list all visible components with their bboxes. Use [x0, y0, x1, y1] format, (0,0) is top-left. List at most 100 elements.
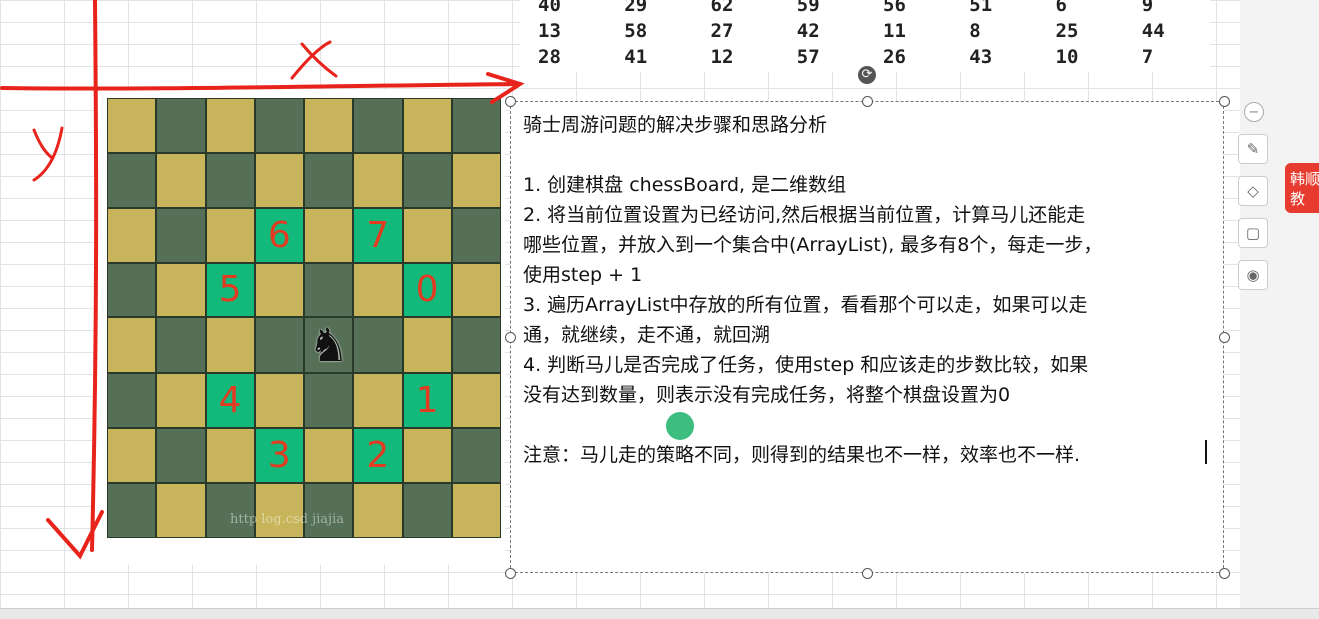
board-square — [156, 152, 206, 208]
number-cell: 51 — [969, 0, 993, 16]
number-table: 40 29 62 59 56 51 6 9 13 58 27 42 11 8 25 44 28 41 12 57 26 4… — [520, 0, 1210, 72]
frame-icon[interactable]: ▢ — [1238, 218, 1268, 248]
board-square — [304, 98, 354, 153]
board-square — [205, 207, 255, 263]
number-cell: 58 — [624, 20, 648, 42]
board-square — [254, 317, 304, 374]
board-square — [304, 428, 354, 484]
text-box-line: 哪些位置，并放入到一个集合中(ArrayList), 最多有8个，每走一步， — [523, 234, 1103, 256]
board-square — [353, 152, 403, 208]
board-square — [353, 373, 403, 429]
board-square — [205, 317, 255, 374]
board-square — [402, 317, 452, 374]
move-label-cell: 1 — [402, 373, 452, 429]
board-square — [205, 483, 255, 538]
board-square — [353, 483, 403, 538]
number-cell: 43 — [969, 46, 993, 68]
number-cell: 44 — [1141, 20, 1165, 42]
number-cell: 13 — [538, 20, 561, 42]
text-box-line: 没有达到数量，则表示没有完成任务，将整个棋盘设置为0 — [523, 384, 1011, 406]
resize-handle-bl[interactable] — [505, 568, 516, 579]
board-square — [156, 207, 206, 263]
number-row: 13 58 27 42 11 8 25 44 — [520, 18, 1210, 44]
board-square — [451, 207, 501, 263]
board-square — [156, 373, 206, 429]
board-square — [107, 317, 157, 374]
number-cell: 29 — [624, 0, 648, 16]
board-square — [451, 98, 501, 153]
text-box-line: 4. 判断马儿是否完成了任务，使用step 和应该走的步数比较，如果 — [523, 354, 1089, 376]
board-square — [353, 98, 403, 153]
board-square — [353, 262, 403, 318]
chessboard: 6 7 5 0 ♞ 4 1 3 2 — [107, 98, 501, 538]
board-square — [254, 373, 304, 429]
number-cell: 8 — [969, 20, 981, 42]
number-cell: 10 — [1055, 46, 1079, 68]
number-cell: 59 — [796, 0, 820, 16]
board-square — [156, 317, 206, 374]
text-box-line: 3. 遍历ArrayList中存放的所有位置，看看那个可以走，如果可以走 — [523, 294, 1088, 316]
board-square — [353, 317, 403, 374]
board-square — [304, 483, 354, 538]
board-square — [205, 152, 255, 208]
board-square — [107, 262, 157, 318]
side-toolbar: − ✎ ◇ ▢ ◉ — [1238, 100, 1268, 302]
board-square — [107, 483, 157, 538]
board-square — [402, 152, 452, 208]
collapse-icon[interactable]: − — [1244, 102, 1264, 122]
text-box-line — [523, 410, 1213, 440]
watermark: http log.csd jiajia — [230, 512, 344, 527]
number-cell: 62 — [710, 0, 734, 16]
text-box-line: 注意：马儿走的策略不同，则得到的结果也不一样，效率也不一样. — [523, 444, 1081, 466]
board-square — [451, 483, 501, 538]
knight-icon: ♞ — [304, 317, 354, 374]
board-square — [451, 373, 501, 429]
resize-handle-tr[interactable] — [1219, 96, 1230, 107]
number-cell: 27 — [710, 20, 734, 42]
board-square — [156, 98, 206, 153]
side-badge[interactable]: 韩顺 教 — [1285, 163, 1319, 213]
board-square — [402, 483, 452, 538]
right-panel — [1240, 0, 1319, 610]
number-cell: 56 — [883, 0, 906, 16]
fill-icon[interactable]: ◇ — [1238, 176, 1268, 206]
board-square — [451, 152, 501, 208]
text-box-line: 2. 将当前位置设置为已经访问,然后根据当前位置，计算马儿还能走 — [523, 204, 1086, 226]
board-square — [402, 98, 452, 153]
number-cell: 7 — [1141, 46, 1154, 68]
board-square — [205, 98, 255, 153]
resize-handle-br[interactable] — [1219, 568, 1230, 579]
rotate-handle-icon[interactable]: ⟳ — [858, 66, 876, 84]
move-label-cell: 0 — [402, 262, 452, 318]
resize-handle-l[interactable] — [505, 332, 516, 343]
move-label-cell: 4 — [205, 373, 255, 429]
move-label-cell: 6 — [254, 207, 304, 263]
resize-handle-t[interactable] — [862, 96, 873, 107]
text-box-line: 使用step + 1 — [523, 264, 643, 286]
board-square — [304, 207, 354, 263]
lightbulb-icon[interactable]: ◉ — [1238, 260, 1268, 290]
resize-handle-r[interactable] — [1219, 332, 1230, 343]
board-square — [107, 152, 157, 208]
text-box-line: 1. 创建棋盘 chessBoard, 是二维数组 — [523, 174, 847, 196]
move-label-cell: 2 — [353, 428, 403, 484]
board-square — [451, 262, 501, 318]
board-square — [304, 373, 354, 429]
number-cell: 11 — [883, 20, 906, 42]
number-row: 40 29 62 59 56 51 6 9 — [520, 0, 1210, 18]
board-square — [107, 373, 157, 429]
brush-icon[interactable]: ✎ — [1238, 134, 1268, 164]
text-box-content[interactable]: 骑士周游问题的解决步骤和思路分析 1. 创建棋盘 chessBoard, 是二维数… — [523, 110, 1213, 470]
number-cell: 28 — [538, 46, 561, 68]
resize-handle-tl[interactable] — [505, 96, 516, 107]
board-square — [205, 428, 255, 484]
number-cell: 25 — [1055, 20, 1079, 42]
number-cell: 12 — [710, 46, 734, 68]
number-cell: 42 — [796, 20, 820, 42]
text-box[interactable]: 骑士周游问题的解决步骤和思路分析 1. 创建棋盘 chessBoard, 是二维数… — [510, 101, 1224, 573]
sheet-tabs-bar — [0, 608, 1319, 619]
resize-handle-b[interactable] — [862, 568, 873, 579]
move-label-cell: 7 — [353, 207, 403, 263]
cursor-highlight — [666, 412, 694, 440]
board-square — [402, 428, 452, 484]
